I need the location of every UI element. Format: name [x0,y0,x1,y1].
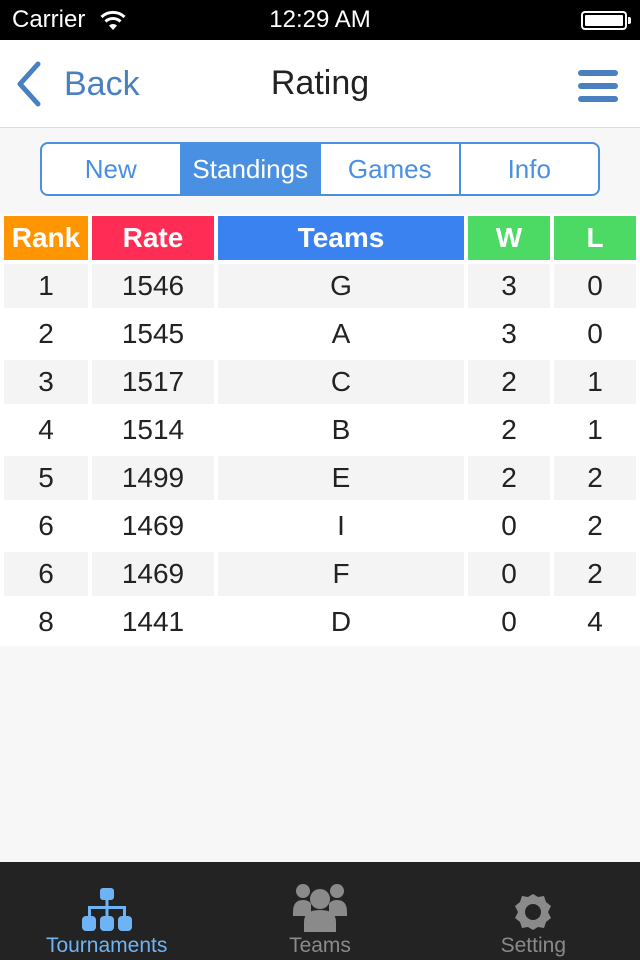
cell-rank: 1 [4,264,88,308]
cell-rank: 3 [4,360,88,404]
cell-rate: 1469 [121,510,185,541]
cell-wins: 0 [501,606,517,637]
table-row[interactable]: 2 1545 A 3 0 [0,310,640,358]
header-teams[interactable]: Teams [218,216,464,260]
tab-teams[interactable]: Teams [213,862,426,960]
cell-losses: 2 [587,510,603,541]
hamburger-menu-icon[interactable] [578,70,618,104]
cell-team: E [218,456,464,500]
status-bar: Carrier 12:29 AM [0,0,640,40]
header-wins[interactable]: W [468,216,550,260]
tab-label: Setting [500,934,567,957]
cell-wins: 2 [468,456,550,500]
cell-losses: 2 [554,456,636,500]
cell-team: B [331,414,351,445]
table-header: Rank Rate Teams W L [0,214,640,262]
battery-tip [628,17,631,24]
table-row[interactable]: 8 1441 D 0 4 [0,598,640,646]
cell-losses: 2 [554,552,636,596]
table-row[interactable]: 5 1499 E 2 2 [0,454,640,502]
segmented-control: New Standings Games Info [40,142,600,196]
cell-rank: 4 [38,414,54,445]
cell-wins: 2 [501,414,517,445]
cell-wins: 0 [501,510,517,541]
tab-label: Teams [289,934,351,957]
cell-losses: 1 [554,360,636,404]
table-row[interactable]: 6 1469 I 0 2 [0,502,640,550]
gear-icon [503,874,563,932]
header-rate[interactable]: Rate [92,216,214,260]
cell-wins: 2 [468,360,550,404]
cell-team: A [331,318,351,349]
clock-time: 12:29 AM [269,6,371,33]
tab-bar: Tournaments Teams Setting [0,862,640,960]
tab-setting[interactable]: Setting [427,862,640,960]
cell-rate: 1517 [92,360,214,404]
table-row[interactable]: 1 1546 G 3 0 [0,262,640,310]
app-screen: Carrier 12:29 AM Back Rating New Standin… [0,0,640,960]
cell-wins: 3 [501,318,517,349]
cell-rate: 1441 [121,606,185,637]
cell-rate: 1499 [92,456,214,500]
segment-new[interactable]: New [42,144,182,194]
cell-wins: 3 [468,264,550,308]
cell-rate: 1469 [92,552,214,596]
cell-team: D [330,606,352,637]
table-row[interactable]: 4 1514 B 2 1 [0,406,640,454]
cell-losses: 0 [554,264,636,308]
segment-games[interactable]: Games [321,144,461,194]
cell-rank: 6 [38,510,54,541]
cell-rank: 8 [38,606,54,637]
cell-team: G [218,264,464,308]
tab-label: Tournaments [45,934,168,957]
cell-losses: 4 [587,606,603,637]
cell-rank: 5 [4,456,88,500]
navigation-bar: Back Rating [0,40,640,128]
cell-rank: 6 [4,552,88,596]
tab-tournaments[interactable]: Tournaments [0,862,213,960]
cell-losses: 0 [587,318,603,349]
cell-rank: 2 [38,318,54,349]
segment-info[interactable]: Info [461,144,599,194]
table-row[interactable]: 6 1469 F 0 2 [0,550,640,598]
table-row[interactable]: 3 1517 C 2 1 [0,358,640,406]
cell-wins: 0 [468,552,550,596]
tournament-bracket-icon [77,874,137,932]
cell-rate: 1545 [121,318,185,349]
cell-rate: 1514 [121,414,185,445]
cell-losses: 1 [587,414,603,445]
standings-table: Rank Rate Teams W L 1 1546 G 3 0 2 1545 A 3 0 3 151… [0,214,640,646]
cell-team: I [337,510,345,541]
header-rank[interactable]: Rank [4,216,88,260]
header-losses[interactable]: L [554,216,636,260]
cell-team: C [218,360,464,404]
cell-team: F [218,552,464,596]
segment-standings[interactable]: Standings [181,144,321,194]
page-title: Rating [270,64,370,102]
group-users-icon [290,874,350,932]
cell-rate: 1546 [92,264,214,308]
battery-full-icon [581,11,627,30]
